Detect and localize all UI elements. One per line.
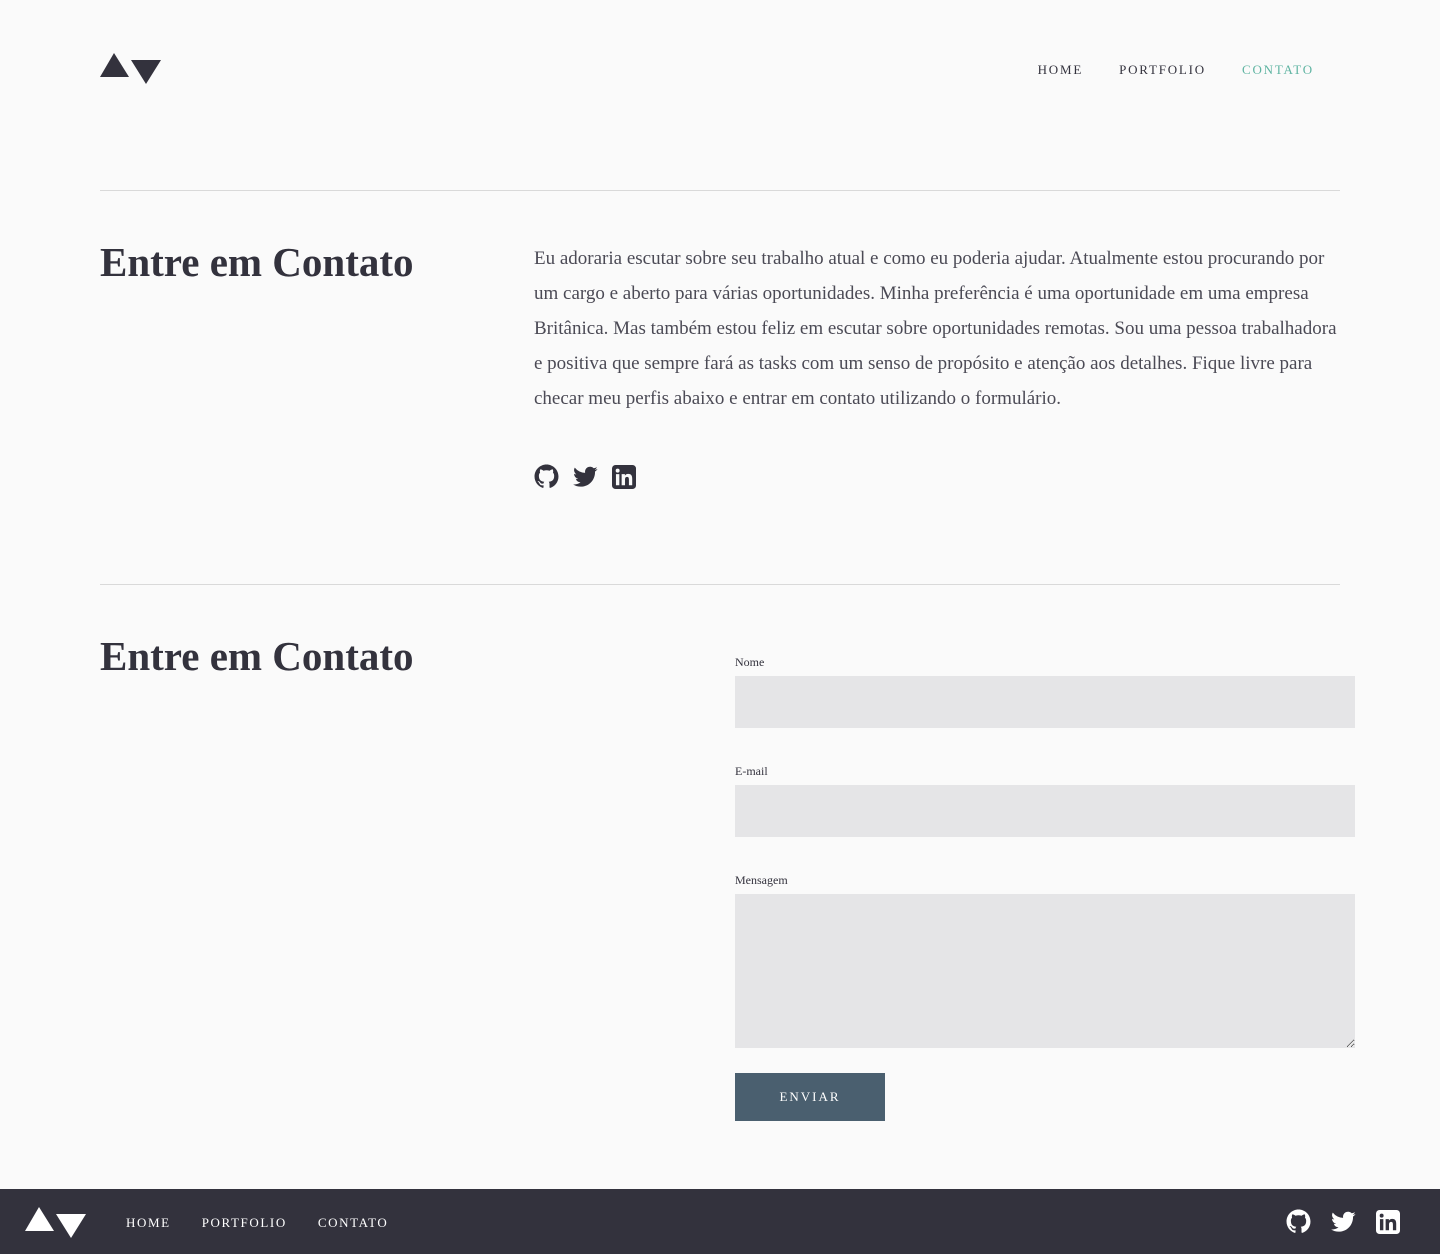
message-textarea[interactable] xyxy=(735,894,1355,1048)
top-nav: HOME PORTFOLIO CONTATO xyxy=(1038,62,1314,78)
footer-nav-home-link[interactable]: HOME xyxy=(126,1215,171,1231)
nav-portfolio-link[interactable]: PORTFOLIO xyxy=(1119,62,1206,78)
email-label: E-mail xyxy=(735,764,768,778)
linkedin-icon[interactable] xyxy=(1376,1209,1400,1234)
twitter-icon[interactable] xyxy=(1331,1211,1356,1233)
message-field-group: Mensagem xyxy=(735,873,1355,1048)
linkedin-icon[interactable] xyxy=(612,464,636,489)
intro-title: Entre em Contato xyxy=(100,239,414,285)
footer-social-links xyxy=(1286,1209,1400,1234)
github-icon[interactable] xyxy=(534,464,559,489)
footer-nav-portfolio-link[interactable]: PORTFOLIO xyxy=(202,1215,287,1231)
name-label: Nome xyxy=(735,655,765,669)
site-logo[interactable] xyxy=(100,53,161,85)
social-links xyxy=(534,464,636,489)
submit-button[interactable]: ENVIAR xyxy=(735,1073,885,1121)
footer-nav: HOME PORTFOLIO CONTATO xyxy=(126,1215,388,1231)
github-icon[interactable] xyxy=(1286,1209,1311,1234)
nav-contato-link[interactable]: CONTATO xyxy=(1242,62,1314,78)
footer-logo[interactable] xyxy=(25,1207,86,1239)
email-input[interactable] xyxy=(735,785,1355,837)
name-input[interactable] xyxy=(735,676,1355,728)
twitter-icon[interactable] xyxy=(573,466,598,488)
divider xyxy=(100,584,1340,585)
form-title: Entre em Contato xyxy=(100,633,414,679)
nav-home-link[interactable]: HOME xyxy=(1038,62,1083,78)
divider xyxy=(100,190,1340,191)
footer-nav-contato-link[interactable]: CONTATO xyxy=(318,1215,389,1231)
message-label: Mensagem xyxy=(735,873,788,887)
intro-text: Eu adoraria escutar sobre seu trabalho a… xyxy=(534,248,1337,409)
footer: HOME PORTFOLIO CONTATO xyxy=(0,1189,1440,1254)
contact-form: Nome E-mail Mensagem ENVIAR xyxy=(735,655,1355,1121)
name-field-group: Nome xyxy=(735,655,1355,728)
email-field-group: E-mail xyxy=(735,764,1355,837)
